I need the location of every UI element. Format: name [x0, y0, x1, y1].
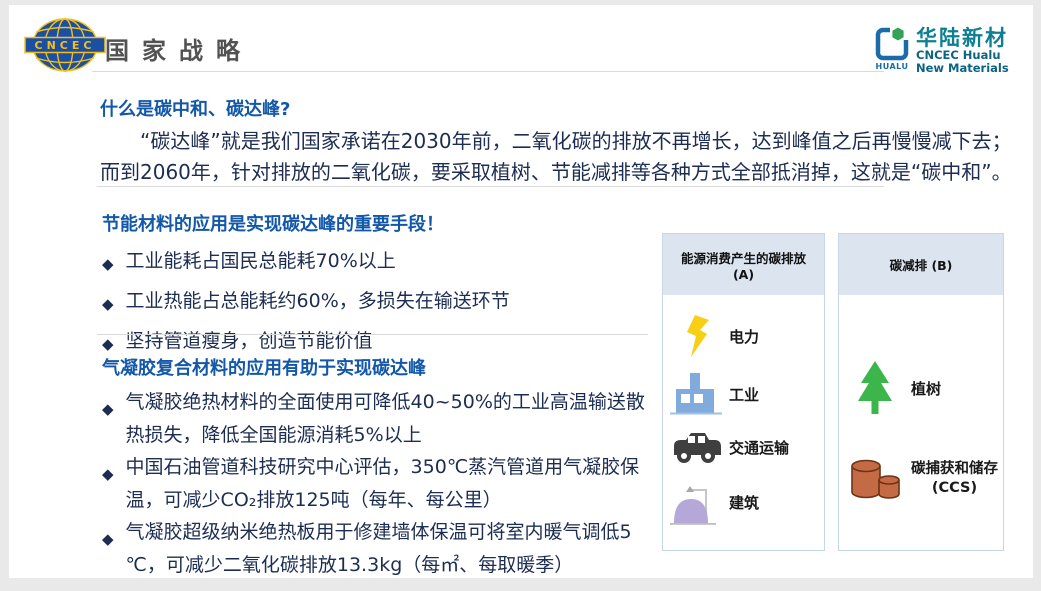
panel-item-label: 交通运输 — [729, 437, 789, 458]
diamond-bullet-icon: ◆ — [102, 516, 114, 556]
section-divider-1 — [97, 186, 884, 187]
section-energy-heading: 节能材料的应用是实现碳达峰的重要手段！ — [102, 210, 662, 236]
hualu-mark-icon — [875, 27, 909, 61]
panel-reduction-title: 碳减排 (B) — [839, 234, 1003, 295]
hualu-mark-label: HUALU — [876, 62, 909, 71]
section-divider-2 — [97, 334, 648, 335]
panel-carbon-reduction: 碳减排 (B) 植树 — [838, 233, 1004, 551]
panel-item-label: 碳捕获和储存 (CCS) — [911, 460, 998, 498]
list-item: 交通运输 — [663, 432, 824, 464]
cncec-logo: CNCEC — [24, 17, 106, 73]
panel-item-label: 植树 — [911, 378, 941, 399]
section-energy-bullets: ◆ 工业能耗占国民总能耗70%以上 ◆ 工业热能占总能耗约60%，多损失在输送环… — [102, 249, 662, 356]
car-icon — [663, 432, 729, 464]
barrels-icon — [839, 456, 911, 502]
list-item: ◆ 工业热能占总能耗约60%，多损失在输送环节 — [102, 289, 662, 316]
building-icon — [663, 480, 729, 526]
list-item: 植树 — [839, 361, 1003, 415]
list-item: 工业 — [663, 373, 824, 415]
list-item: ◆ 工业能耗占国民总能耗70%以上 — [102, 249, 662, 276]
diamond-bullet-icon: ◆ — [102, 386, 114, 426]
hualu-wordmark: 华陆新材 CNCEC Hualu New Materials — [916, 27, 1009, 75]
list-item: ◆ 气凝胶绝热材料的全面使用可降低40~50%的工业高温输送散热损失，降低全国能… — [102, 386, 654, 451]
panel-reduction-body: 植树 碳捕获和储存 (CCS) — [839, 295, 1003, 550]
panel-item-label: 工业 — [729, 384, 759, 405]
list-item: ◆ 气凝胶超级纳米绝热板用于修建墙体保温可将室内暖气调低5 ℃，可减少二氧化碳排… — [102, 516, 654, 581]
ccs-label-sub: (CCS) — [911, 479, 998, 498]
intro-paragraph: “碳达峰”就是我们国家承诺在2030年前，二氧化碳的排放不再增长，达到峰值之后再… — [100, 126, 1012, 188]
hualu-name-en-2: New Materials — [916, 62, 1009, 75]
section-aerogel-bullets: ◆ 气凝胶绝热材料的全面使用可降低40~50%的工业高温输送散热损失，降低全国能… — [102, 386, 654, 581]
bullet-text: 气凝胶绝热材料的全面使用可降低40~50%的工业高温输送散热损失，降低全国能源消… — [126, 386, 649, 451]
diamond-bullet-icon: ◆ — [102, 289, 114, 316]
panel-carbon-emission: 能源消费产生的碳排放 (A) 电力 — [662, 233, 825, 551]
diamond-bullet-icon: ◆ — [102, 249, 114, 276]
factory-icon — [663, 373, 729, 415]
hualu-mark: HUALU — [874, 27, 910, 71]
cncec-globe-icon: CNCEC — [24, 17, 106, 73]
list-item: 碳捕获和储存 (CCS) — [839, 456, 1003, 502]
panel-item-label: 电力 — [729, 326, 759, 347]
panel-emission-body: 电力 工业 — [663, 295, 824, 550]
bullet-text: 工业能耗占国民总能耗70%以上 — [126, 249, 396, 273]
lightning-icon — [663, 315, 729, 357]
hualu-logo: HUALU 华陆新材 CNCEC Hualu New Materials — [874, 27, 1009, 75]
section-aerogel-heading: 气凝胶复合材料的应用有助于实现碳达峰 — [102, 354, 654, 380]
panel-emission-title: 能源消费产生的碳排放 (A) — [663, 234, 824, 295]
cncec-logo-text: CNCEC — [35, 39, 96, 52]
list-item: 电力 — [663, 315, 824, 357]
bullet-text: 气凝胶超级纳米绝热板用于修建墙体保温可将室内暖气调低5 ℃，可减少二氧化碳排放1… — [126, 516, 649, 581]
diamond-bullet-icon: ◆ — [102, 451, 114, 491]
bullet-text: 工业热能占总能耗约60%，多损失在输送环节 — [126, 289, 510, 313]
ccs-label-main: 碳捕获和储存 — [911, 460, 998, 479]
tree-icon — [839, 361, 911, 415]
intro-line-1: “碳达峰”就是我们国家承诺在2030年前，二氧化碳的排放不再增长，达到峰值之后再… — [100, 126, 1012, 157]
list-item: 建筑 — [663, 480, 824, 526]
slide-canvas: CNCEC 国家战略 HUALU 华陆新材 CNCEC Hualu New Ma… — [9, 5, 1033, 578]
bullet-text: 中国石油管道科技研究中心评估，350℃蒸汽管道用气凝胶保温，可减少CO₂排放12… — [126, 451, 649, 516]
panel-item-label: 建筑 — [729, 492, 759, 513]
intro-heading: 什么是碳中和、碳达峰? — [100, 95, 290, 121]
hualu-name-cn: 华陆新材 — [916, 27, 1009, 49]
list-item: ◆ 中国石油管道科技研究中心评估，350℃蒸汽管道用气凝胶保温，可减少CO₂排放… — [102, 451, 654, 516]
title-divider — [92, 71, 884, 72]
intro-line-2: 而到2060年，针对排放的二氧化碳，要采取植树、节能减排等各种方式全部抵消掉，这… — [100, 157, 1012, 188]
section-aerogel: 气凝胶复合材料的应用有助于实现碳达峰 ◆ 气凝胶绝热材料的全面使用可降低40~5… — [102, 354, 654, 581]
page-title: 国家战略 — [105, 31, 253, 66]
bullet-text: 坚持管道瘦身，创造节能价值 — [126, 329, 373, 353]
